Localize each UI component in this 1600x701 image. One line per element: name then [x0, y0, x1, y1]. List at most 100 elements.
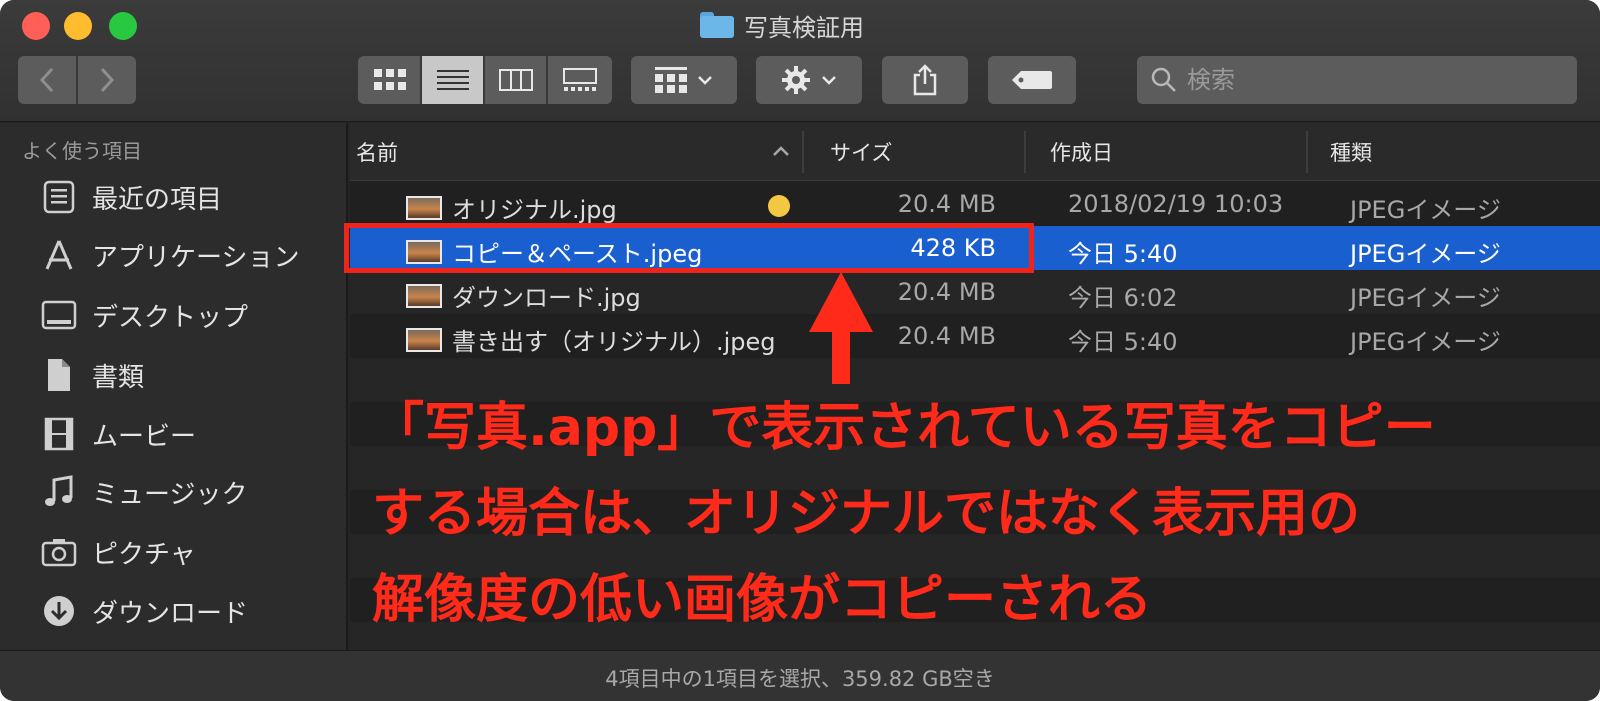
zoom-button[interactable]	[109, 12, 137, 40]
downloads-icon	[40, 592, 78, 630]
sidebar-item-movies[interactable]: ムービー	[40, 410, 196, 458]
back-forward-group	[18, 56, 136, 104]
icon-view-button[interactable]	[359, 56, 422, 104]
group-by-button[interactable]	[631, 56, 737, 104]
pictures-icon	[40, 533, 78, 571]
annotation-line-1: 「写真.app」で表示されている写真をコピー	[372, 398, 1436, 458]
chevron-down-icon	[698, 76, 712, 85]
applications-icon	[40, 236, 78, 274]
file-name: オリジナル.jpg	[452, 196, 617, 224]
sidebar-item-applications[interactable]: アプリケーション	[40, 231, 299, 279]
recents-icon	[40, 178, 78, 216]
action-menu-button[interactable]	[756, 56, 862, 104]
column-header: 名前 サイズ 作成日 種類	[350, 123, 1600, 181]
file-row[interactable]: ダウンロード.jpg 20.4 MB 今日 6:02 JPEGイメージ	[350, 270, 1600, 314]
jpeg-thumbnail-icon	[406, 327, 442, 352]
view-mode-selector	[358, 56, 612, 104]
icon-view-icon	[373, 69, 406, 90]
chevron-up-icon	[773, 146, 789, 156]
file-name-cell: オリジナル.jpg	[406, 190, 617, 225]
window-title-area: 写真検証用	[700, 10, 864, 42]
sidebar-item-label: アプリケーション	[92, 242, 300, 273]
gallery-view-icon	[562, 68, 597, 91]
search-input[interactable]	[1187, 66, 1557, 94]
gear-icon	[782, 66, 810, 94]
jpeg-thumbnail-icon	[406, 283, 442, 308]
file-row[interactable]: 書き出す（オリジナル）.jpeg 20.4 MB 今日 5:40 JPEGイメー…	[350, 314, 1600, 358]
group-grid-icon	[655, 67, 687, 93]
file-created: 2018/02/19 10:03	[1068, 190, 1284, 218]
jpeg-thumbnail-icon	[406, 195, 442, 220]
finder-window: 写真検証用 検索 よく使う項目 最近の項目 アプリケーション デスクトップ 書類…	[0, 0, 1600, 701]
annotation-line-3: 解像度の低い画像がコピーされる	[372, 570, 1153, 630]
sidebar-item-recents[interactable]: 最近の項目	[40, 173, 222, 221]
file-kind: JPEGイメージ	[1350, 196, 1501, 224]
search-field[interactable]	[1137, 56, 1577, 104]
column-view-button[interactable]	[485, 56, 548, 104]
column-name-header[interactable]: 名前	[356, 137, 398, 167]
tag-button[interactable]	[988, 56, 1076, 104]
window-title: 写真検証用	[744, 13, 864, 42]
file-kind: JPEGイメージ	[1350, 284, 1501, 312]
sidebar-item-label: ダウンロード	[92, 598, 249, 629]
status-text: 4項目中の1項目を選択、359.82 GB空き	[605, 667, 995, 691]
chevron-down-icon	[822, 76, 836, 85]
forward-button[interactable]	[78, 56, 136, 104]
column-kind-header[interactable]: 種類	[1330, 137, 1372, 167]
file-kind: JPEGイメージ	[1350, 240, 1501, 268]
search-icon	[1151, 67, 1176, 92]
highlight-box	[344, 223, 1034, 273]
file-size: 20.4 MB	[897, 278, 996, 306]
file-name: 書き出す（オリジナル）.jpeg	[452, 328, 776, 356]
sidebar-heading: よく使う項目	[22, 139, 142, 163]
file-created: 今日 5:40	[1068, 240, 1178, 268]
column-view-icon	[498, 69, 533, 91]
file-name: ダウンロード.jpg	[452, 284, 641, 312]
file-created: 今日 5:40	[1068, 328, 1178, 356]
chevron-right-icon	[100, 67, 115, 93]
sidebar-item-desktop[interactable]: デスクトップ	[40, 291, 248, 339]
music-icon	[40, 473, 78, 511]
file-kind: JPEGイメージ	[1350, 328, 1501, 356]
share-icon	[913, 64, 937, 96]
file-size: 20.4 MB	[897, 190, 996, 218]
sidebar-item-downloads[interactable]: ダウンロード	[40, 587, 248, 635]
sidebar-item-label: ミュージック	[92, 479, 248, 510]
sidebar-item-label: ピクチャ	[92, 539, 196, 570]
sidebar-item-label: デスクトップ	[92, 302, 249, 333]
list-view-button[interactable]	[422, 56, 485, 104]
sidebar-item-label: ムービー	[92, 421, 197, 452]
file-row[interactable]: オリジナル.jpg 20.4 MB 2018/02/19 10:03 JPEGイ…	[350, 182, 1600, 226]
sidebar-item-label: 書類	[92, 362, 145, 393]
sidebar-item-label: 最近の項目	[92, 184, 223, 215]
sidebar: よく使う項目 最近の項目 アプリケーション デスクトップ 書類 ムービー ミュー…	[0, 123, 348, 650]
file-name-cell: 書き出す（オリジナル）.jpeg	[406, 322, 776, 357]
tag-icon	[1012, 71, 1052, 89]
sidebar-item-pictures[interactable]: ピクチャ	[40, 528, 196, 576]
documents-icon	[40, 356, 78, 394]
back-button[interactable]	[18, 56, 76, 104]
arrow-shaft	[832, 330, 850, 384]
list-view-icon	[436, 70, 469, 90]
empty-row	[350, 358, 1600, 402]
desktop-icon	[40, 296, 78, 334]
column-size-header[interactable]: サイズ	[830, 137, 892, 167]
sidebar-item-documents[interactable]: 書類	[40, 351, 144, 399]
column-created-header[interactable]: 作成日	[1050, 137, 1113, 167]
file-created: 今日 6:02	[1068, 284, 1178, 312]
file-size: 20.4 MB	[897, 322, 996, 350]
yellow-tag-dot	[768, 195, 790, 217]
share-button[interactable]	[882, 56, 968, 104]
sidebar-item-music[interactable]: ミュージック	[40, 468, 247, 516]
minimize-button[interactable]	[64, 12, 92, 40]
chevron-left-icon	[39, 67, 54, 93]
status-bar: 4項目中の1項目を選択、359.82 GB空き	[0, 650, 1600, 701]
folder-icon	[700, 12, 734, 38]
gallery-view-button[interactable]	[548, 56, 611, 104]
annotation-line-2: する場合は、オリジナルではなく表示用の	[372, 484, 1361, 544]
movies-icon	[40, 415, 78, 453]
up-arrow-icon	[809, 272, 873, 332]
file-name-cell: ダウンロード.jpg	[406, 278, 641, 313]
close-button[interactable]	[22, 12, 50, 40]
toolbar: 写真検証用	[0, 0, 1600, 122]
